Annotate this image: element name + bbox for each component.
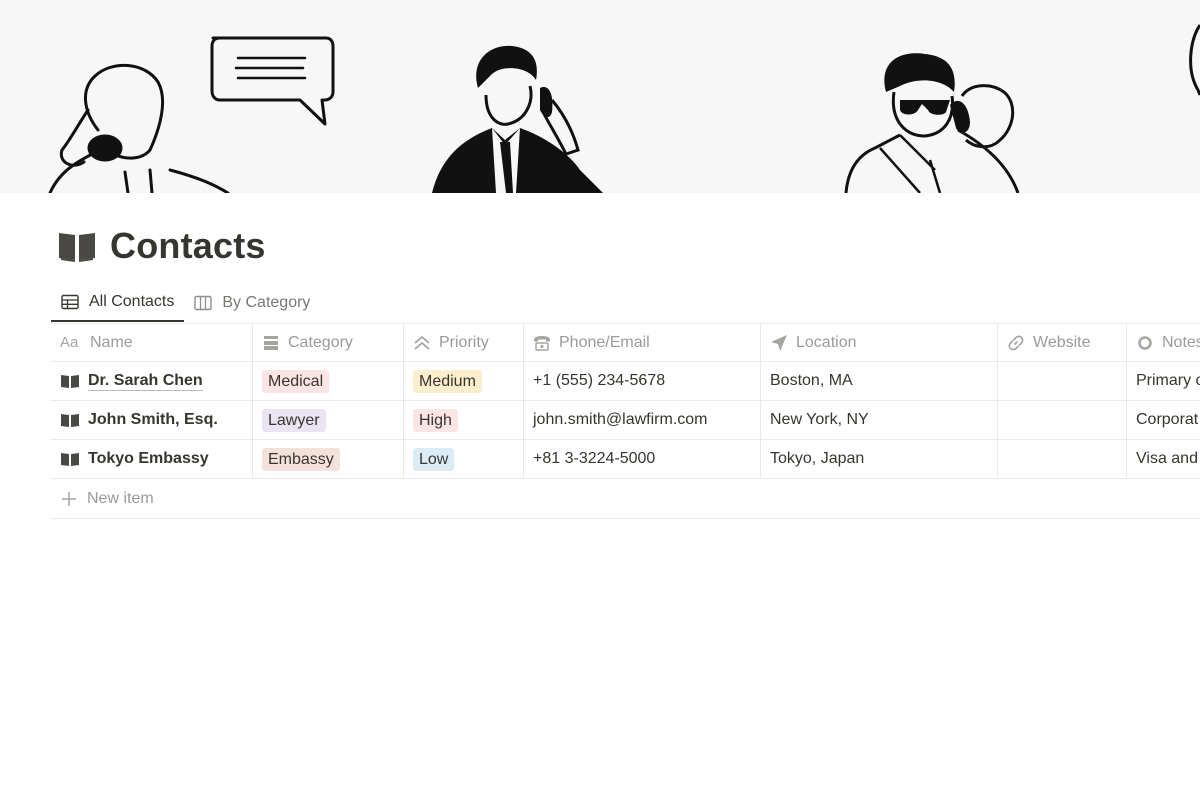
table-row[interactable]: Tokyo Embassy Embassy Low +81 3-3224-500… [51,440,1200,479]
priority-cell[interactable]: High [404,401,524,439]
view-tabs: All Contacts By Category [51,284,320,323]
location-cell[interactable]: Boston, MA [761,362,998,400]
column-header-priority[interactable]: Priority [404,324,524,361]
column-header-name[interactable]: Aa Name [51,324,253,361]
phone-icon [534,335,550,351]
contact-cell[interactable]: +1 (555) 234-5678 [524,362,761,400]
contact-name[interactable]: Tokyo Embassy [88,450,209,468]
notes-cell[interactable]: Corporat [1127,401,1200,439]
table-row[interactable]: Dr. Sarah Chen Medical Medium +1 (555) 2… [51,362,1200,401]
notes-cell[interactable]: Primary c [1127,362,1200,400]
tab-all-contacts[interactable]: All Contacts [51,284,185,322]
category-cell[interactable]: Embassy [253,440,404,478]
circle-icon [1138,335,1152,350]
priority-tag: Low [413,447,455,471]
priority-cell[interactable]: Low [404,440,524,478]
column-header-phone-email[interactable]: Phone/Email [524,324,761,361]
open-book-icon [61,375,79,388]
select-icon [264,335,278,350]
priority-cell[interactable]: Medium [404,362,524,400]
category-tag: Embassy [262,447,340,471]
name-cell[interactable]: John Smith, Esq. [51,401,253,439]
website-cell[interactable] [998,440,1127,478]
priority-tag: High [413,408,458,432]
table-header-row: Aa Name Category Priority Phone/Email Lo… [51,323,1200,362]
tab-label: All Contacts [89,293,175,310]
chevrons-up-icon [414,335,430,350]
table-icon [61,294,79,310]
column-header-category[interactable]: Category [253,324,404,361]
new-item-label: New item [87,489,154,507]
open-book-icon [61,414,79,427]
category-tag: Medical [262,369,330,393]
page-header: Contacts [58,222,266,270]
category-cell[interactable]: Medical [253,362,404,400]
plus-icon [62,491,76,506]
category-cell[interactable]: Lawyer [253,401,404,439]
tab-label: By Category [222,294,311,311]
tab-by-category[interactable]: By Category [184,284,320,322]
priority-tag: Medium [413,369,482,393]
board-icon [194,295,213,311]
column-header-notes[interactable]: Notes [1127,324,1200,361]
contact-cell[interactable]: +81 3-3224-5000 [524,440,761,478]
location-cell[interactable]: New York, NY [761,401,998,439]
open-book-icon[interactable] [58,230,96,262]
website-cell[interactable] [998,401,1127,439]
contact-name[interactable]: John Smith, Esq. [88,411,218,429]
contact-cell[interactable]: john.smith@lawfirm.com [524,401,761,439]
open-book-icon [61,453,79,466]
column-header-location[interactable]: Location [761,324,998,361]
category-tag: Lawyer [262,408,326,432]
location-cell[interactable]: Tokyo, Japan [761,440,998,478]
page-cover [0,0,1200,193]
contacts-table: Aa Name Category Priority Phone/Email Lo… [51,323,1200,519]
website-cell[interactable] [998,362,1127,400]
notes-cell[interactable]: Visa and [1127,440,1200,478]
contact-name[interactable]: Dr. Sarah Chen [88,372,203,391]
location-arrow-icon [771,334,787,351]
name-cell[interactable]: Tokyo Embassy [51,440,253,478]
page-title: Contacts [110,225,266,266]
name-cell[interactable]: Dr. Sarah Chen [51,362,253,400]
new-item-button[interactable]: New item [51,479,1200,519]
link-icon [1008,335,1024,350]
column-header-website[interactable]: Website [998,324,1127,361]
table-row[interactable]: John Smith, Esq. Lawyer High john.smith@… [51,401,1200,440]
text-aa-icon: Aa [60,333,79,351]
